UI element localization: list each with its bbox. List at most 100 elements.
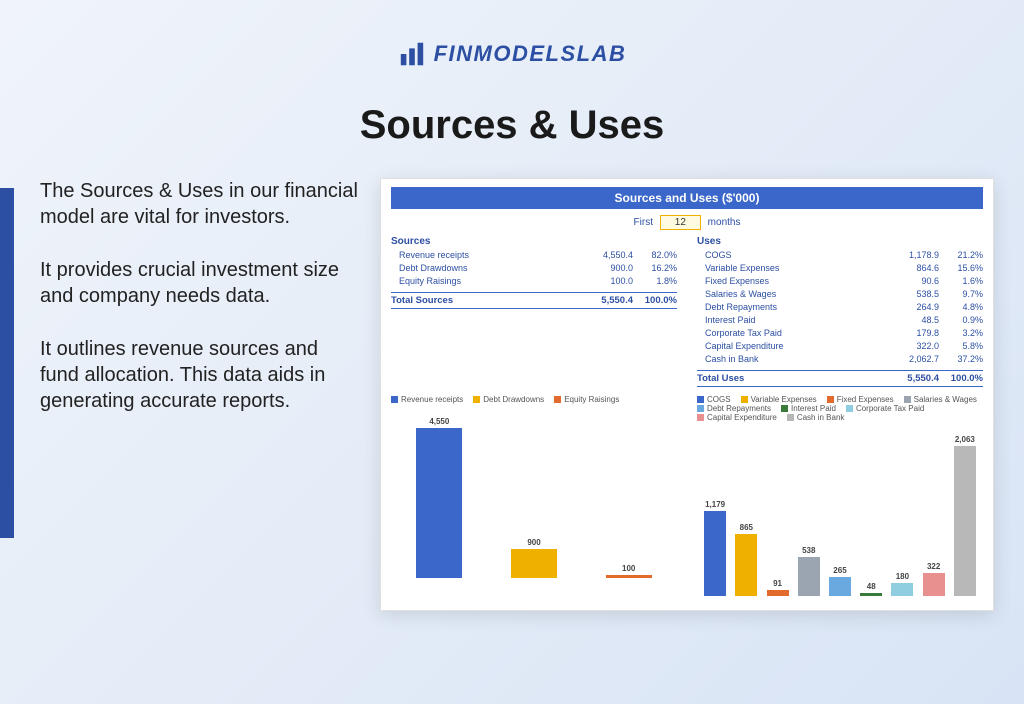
uses-chart: COGSVariable ExpensesFixed ExpensesSalar… — [697, 395, 983, 596]
period-selector: First 12 months — [391, 215, 983, 230]
total-pct: 100.0% — [633, 295, 677, 306]
table-row: Salaries & Wages538.59.7% — [697, 288, 983, 301]
bar-value-label: 322 — [927, 562, 940, 571]
row-value: 538.5 — [887, 288, 939, 301]
bar: 265 — [826, 566, 854, 596]
row-pct: 82.0% — [633, 249, 677, 262]
total-pct: 100.0% — [939, 373, 983, 384]
row-label: Equity Raisings — [391, 275, 581, 288]
bar-rect — [923, 573, 945, 596]
legend-label: Corporate Tax Paid — [856, 404, 924, 413]
legend-swatch — [697, 396, 704, 403]
row-label: Revenue receipts — [391, 249, 581, 262]
bar: 91 — [763, 579, 791, 597]
row-value: 179.8 — [887, 327, 939, 340]
row-pct: 21.2% — [939, 249, 983, 262]
table-row: Equity Raisings100.01.8% — [391, 275, 677, 288]
bar: 865 — [732, 523, 760, 597]
bar: 900 — [490, 538, 579, 579]
legend-label: COGS — [707, 395, 731, 404]
bar: 1,179 — [701, 500, 729, 597]
uses-table: Uses COGS1,178.921.2%Variable Expenses86… — [697, 236, 983, 387]
charts-row: Revenue receipts Debt Drawdowns Equity Rai… — [391, 395, 983, 596]
brand-text: FINMODELSLAB — [434, 41, 627, 67]
paragraph: The Sources & Uses in our financial mode… — [30, 178, 360, 231]
bar-rect — [511, 549, 557, 579]
legend-label: Revenue receipts — [401, 395, 463, 404]
table-row: Debt Drawdowns900.016.2% — [391, 262, 677, 275]
legend-swatch — [741, 396, 748, 403]
table-row: Cash in Bank2,062.737.2% — [697, 353, 983, 366]
bar: 100 — [584, 564, 673, 578]
row-label: COGS — [697, 249, 887, 262]
table-row: COGS1,178.921.2% — [697, 249, 983, 262]
legend-swatch — [781, 405, 788, 412]
bar: 2,063 — [951, 435, 979, 596]
legend-item: Variable Expenses — [741, 395, 817, 404]
bar-rect — [798, 557, 820, 596]
row-pct: 4.8% — [939, 301, 983, 314]
sources-legend: Revenue receipts Debt Drawdowns Equity Rai… — [391, 395, 677, 404]
legend-item: Interest Paid — [781, 404, 836, 413]
bar-value-label: 865 — [740, 523, 753, 532]
legend-item: Debt Drawdowns — [473, 395, 544, 404]
table-row: Revenue receipts4,550.482.0% — [391, 249, 677, 262]
row-value: 1,178.9 — [887, 249, 939, 262]
bar-value-label: 4,550 — [429, 417, 449, 426]
sources-uses-panel: Sources and Uses ($'000) First 12 months… — [380, 178, 994, 611]
row-label: Debt Repayments — [697, 301, 887, 314]
row-pct: 1.6% — [939, 275, 983, 288]
row-pct: 3.2% — [939, 327, 983, 340]
row-pct: 5.8% — [939, 340, 983, 353]
tables-row: Sources Revenue receipts4,550.482.0%Debt… — [391, 236, 983, 387]
legend-swatch — [787, 414, 794, 421]
legend-label: Debt Drawdowns — [483, 395, 544, 404]
uses-plot: 1,17986591538265481803222,063 — [697, 426, 983, 596]
legend-swatch — [697, 405, 704, 412]
legend-item: Cash in Bank — [787, 413, 845, 422]
row-label: Debt Drawdowns — [391, 262, 581, 275]
period-suffix: months — [708, 217, 741, 228]
legend-swatch — [554, 396, 561, 403]
legend-label: Equity Raisings — [564, 395, 619, 404]
legend-swatch — [697, 414, 704, 421]
bar-value-label: 100 — [622, 564, 635, 573]
brand-logo: FINMODELSLAB — [398, 40, 627, 68]
legend-item: Debt Repayments — [697, 404, 771, 413]
legend-swatch — [846, 405, 853, 412]
row-pct: 15.6% — [939, 262, 983, 275]
panel-title: Sources and Uses ($'000) — [391, 187, 983, 209]
row-pct: 0.9% — [939, 314, 983, 327]
bar-rect — [829, 577, 851, 596]
legend-label: Debt Repayments — [707, 404, 771, 413]
total-value: 5,550.4 — [581, 295, 633, 306]
bar-rect — [735, 534, 757, 597]
legend-label: Variable Expenses — [751, 395, 817, 404]
uses-heading: Uses — [697, 236, 983, 247]
total-label: Total Sources — [391, 295, 581, 306]
paragraph: It provides crucial investment size and … — [30, 257, 360, 310]
period-input[interactable]: 12 — [660, 215, 701, 230]
bar: 538 — [795, 546, 823, 596]
legend-item: Equity Raisings — [554, 395, 619, 404]
bar-rect — [704, 511, 726, 597]
logo-icon — [398, 40, 426, 68]
row-pct: 16.2% — [633, 262, 677, 275]
row-label: Cash in Bank — [697, 353, 887, 366]
bar-rect — [416, 428, 462, 578]
sources-table: Sources Revenue receipts4,550.482.0%Debt… — [391, 236, 677, 387]
bar: 4,550 — [395, 417, 484, 578]
legend-label: Cash in Bank — [797, 413, 845, 422]
bar-rect — [954, 446, 976, 596]
row-label: Corporate Tax Paid — [697, 327, 887, 340]
bar-value-label: 2,063 — [955, 435, 975, 444]
row-value: 4,550.4 — [581, 249, 633, 262]
legend-item: Revenue receipts — [391, 395, 463, 404]
bar: 180 — [888, 572, 916, 596]
legend-item: Corporate Tax Paid — [846, 404, 924, 413]
legend-item: Capital Expenditure — [697, 413, 777, 422]
row-value: 48.5 — [887, 314, 939, 327]
uses-legend: COGSVariable ExpensesFixed ExpensesSalar… — [697, 395, 983, 422]
row-pct: 9.7% — [939, 288, 983, 301]
bar-rect — [606, 575, 652, 578]
